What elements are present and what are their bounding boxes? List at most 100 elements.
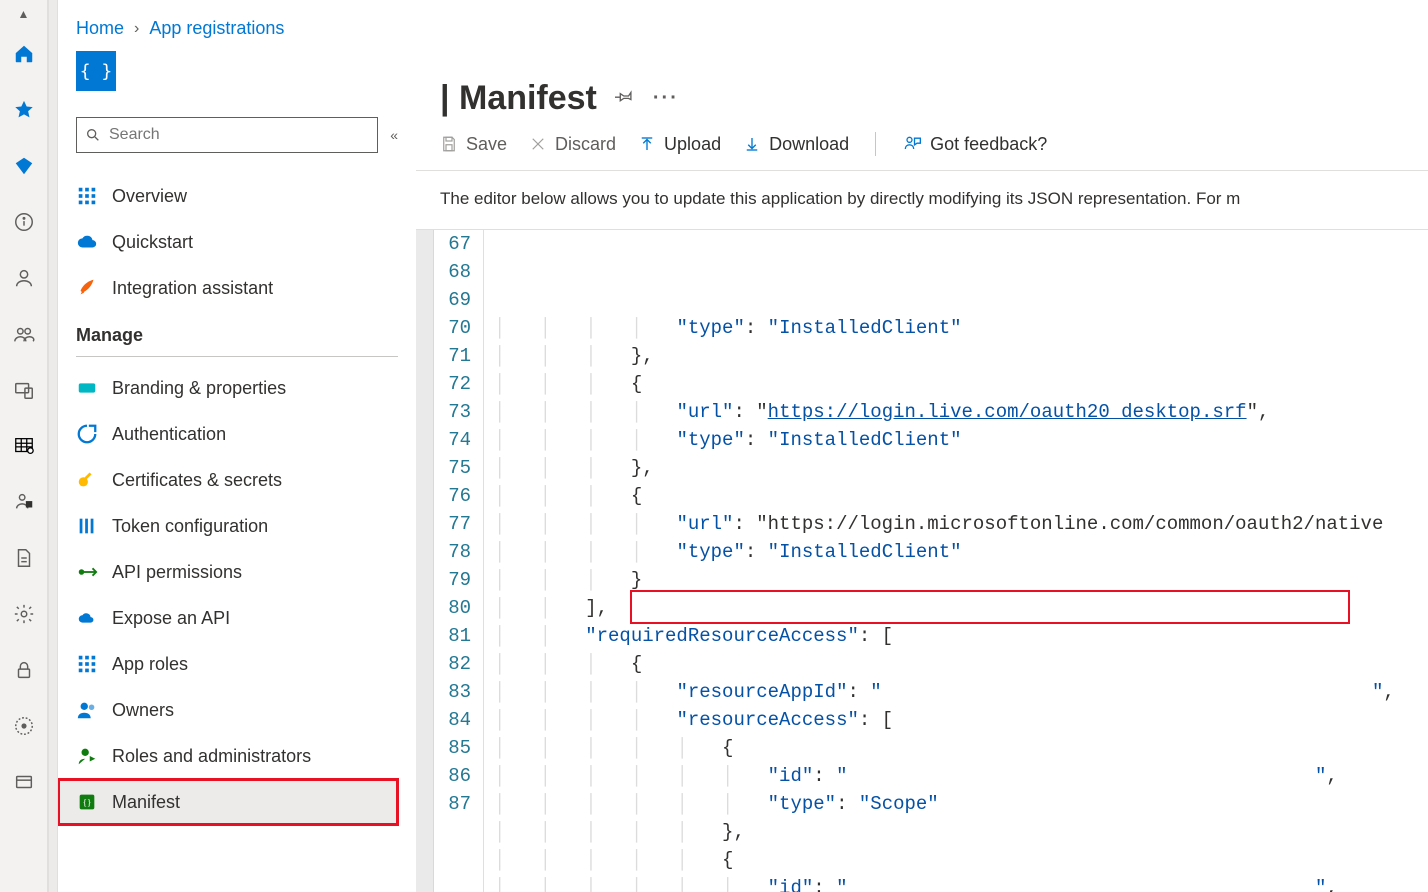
editor-fold-gutter	[416, 230, 434, 892]
sidebar-item-label: Owners	[112, 700, 174, 721]
bars-icon	[76, 515, 98, 537]
sidebar-item-label: Branding & properties	[112, 378, 286, 399]
code-line[interactable]: │ │ │ │ │ },	[494, 818, 1428, 846]
app-registration-type-icon: { }	[76, 51, 116, 91]
rail-diamond-icon[interactable]	[0, 138, 48, 194]
code-line[interactable]: │ │ │ │ │ {	[494, 734, 1428, 762]
code-line[interactable]: │ │ │ │ │ {	[494, 846, 1428, 874]
code-line[interactable]: │ │ │ },	[494, 342, 1428, 370]
sidebar-item-label: Quickstart	[112, 232, 193, 253]
editor-code-area[interactable]: │ │ │ │ "type": "InstalledClient"│ │ │ }…	[484, 230, 1428, 892]
breadcrumb-appreg[interactable]: App registrations	[149, 18, 284, 39]
save-icon	[440, 135, 458, 153]
rail-health-icon[interactable]	[0, 698, 48, 754]
editor-line-numbers: 6768697071727374757677787980818283848586…	[434, 230, 484, 892]
rail-lock-icon[interactable]	[0, 642, 48, 698]
collapse-sidebar-icon[interactable]: «	[390, 127, 398, 143]
rail-scrollbar[interactable]	[48, 0, 58, 892]
svg-text:{}: {}	[83, 798, 92, 808]
code-line[interactable]: │ │ │ │ "resourceAccess": [	[494, 706, 1428, 734]
code-line[interactable]: │ │ │ │ "url": "https://login.live.com/o…	[494, 398, 1428, 426]
auth-icon	[76, 423, 98, 445]
sidebar-item-token-configuration[interactable]: Token configuration	[58, 503, 398, 549]
sidebar-item-expose-an-api[interactable]: Expose an API	[58, 595, 398, 641]
key-icon	[76, 469, 98, 491]
sidebar-section-manage: Manage	[76, 325, 398, 346]
command-bar: Save Discard Upload Download Got fe	[416, 132, 1428, 171]
code-line[interactable]: │ │ │ │ "type": "InstalledClient"	[494, 426, 1428, 454]
rail-enterprise-icon[interactable]	[0, 474, 48, 530]
code-line[interactable]: │ │ │ }	[494, 566, 1428, 594]
sidebar-item-api-permissions[interactable]: API permissions	[58, 549, 398, 595]
sidebar-item-integration-assistant[interactable]: Integration assistant	[58, 265, 398, 311]
code-line[interactable]: │ │ │ },	[494, 454, 1428, 482]
save-button[interactable]: Save	[440, 134, 507, 155]
scroll-up-icon[interactable]: ▲	[18, 8, 30, 26]
code-line[interactable]: │ │ │ │ "type": "InstalledClient"	[494, 538, 1428, 566]
sidebar-item-branding-properties[interactable]: Branding & properties	[58, 365, 398, 411]
code-line[interactable]: │ │ │ │ │ │ "type": "Scope"	[494, 790, 1428, 818]
sidebar-item-manifest[interactable]: {}Manifest	[58, 779, 398, 825]
rail-home-icon[interactable]	[0, 26, 48, 82]
brand-icon	[76, 377, 98, 399]
download-icon	[743, 135, 761, 153]
rail-info-icon[interactable]	[0, 194, 48, 250]
code-line[interactable]: │ │ "requiredResourceAccess": [	[494, 622, 1428, 650]
sidebar-item-certificates-secrets[interactable]: Certificates & secrets	[58, 457, 398, 503]
feedback-button[interactable]: Got feedback?	[902, 134, 1047, 155]
sidebar-item-roles-and-administrators[interactable]: Roles and administrators	[58, 733, 398, 779]
sidebar-item-label: Certificates & secrets	[112, 470, 282, 491]
code-line[interactable]: │ │ ],	[494, 594, 1428, 622]
rail-group-icon[interactable]	[0, 306, 48, 362]
search-icon	[85, 127, 101, 143]
sidebar-item-overview[interactable]: Overview	[58, 173, 398, 219]
sidebar-item-authentication[interactable]: Authentication	[58, 411, 398, 457]
rail-document-icon[interactable]	[0, 530, 48, 586]
sidebar-search-input[interactable]	[109, 126, 369, 144]
grid-icon	[76, 185, 98, 207]
sidebar-item-app-roles[interactable]: App roles	[58, 641, 398, 687]
sidebar-item-label: Overview	[112, 186, 187, 207]
upload-button[interactable]: Upload	[638, 134, 721, 155]
owners-icon	[76, 699, 98, 721]
code-line[interactable]: │ │ │ {	[494, 650, 1428, 678]
chevron-right-icon: ›	[134, 20, 139, 38]
rail-devices-icon[interactable]	[0, 362, 48, 418]
page-title: | Manifest	[440, 79, 597, 118]
sidebar-item-label: Integration assistant	[112, 278, 273, 299]
resource-sidebar: { } « Overview Quickstart Integration assi…	[58, 51, 416, 892]
discard-button[interactable]: Discard	[529, 134, 616, 155]
code-line[interactable]: │ │ │ │ "type": "InstalledClient"	[494, 314, 1428, 342]
sidebar-item-label: Expose an API	[112, 608, 230, 629]
code-line[interactable]: │ │ │ │ │ │ "id": " ",	[494, 762, 1428, 790]
sidebar-item-label: Token configuration	[112, 516, 268, 537]
download-button[interactable]: Download	[743, 134, 849, 155]
rocket-icon	[76, 277, 98, 299]
manifest-icon: {}	[76, 791, 98, 813]
upload-icon	[638, 135, 656, 153]
pin-icon[interactable]	[615, 86, 635, 112]
manifest-editor[interactable]: 6768697071727374757677787980818283848586…	[416, 229, 1428, 892]
sidebar-item-quickstart[interactable]: Quickstart	[58, 219, 398, 265]
rail-app-icon[interactable]	[0, 754, 48, 810]
sidebar-search[interactable]	[76, 117, 378, 153]
code-line[interactable]: │ │ │ │ "url": "https://login.microsofto…	[494, 510, 1428, 538]
cloud-blue-icon	[76, 231, 98, 253]
divider	[76, 356, 398, 357]
rail-person-icon[interactable]	[0, 250, 48, 306]
editor-description: The editor below allows you to update th…	[416, 171, 1428, 229]
breadcrumb-home[interactable]: Home	[76, 18, 124, 39]
more-icon[interactable]: ···	[653, 87, 679, 110]
rail-settings-icon[interactable]	[0, 586, 48, 642]
rail-table-icon[interactable]	[0, 418, 48, 474]
admin-icon	[76, 745, 98, 767]
sidebar-item-label: Authentication	[112, 424, 226, 445]
sidebar-item-owners[interactable]: Owners	[58, 687, 398, 733]
feedback-icon	[902, 134, 922, 154]
code-line[interactable]: │ │ │ │ "resourceAppId": " ",	[494, 678, 1428, 706]
rail-star-icon[interactable]	[0, 82, 48, 138]
close-icon	[529, 135, 547, 153]
code-line[interactable]: │ │ │ {	[494, 482, 1428, 510]
code-line[interactable]: │ │ │ {	[494, 370, 1428, 398]
code-line[interactable]: │ │ │ │ │ │ "id": " ",	[494, 874, 1428, 892]
